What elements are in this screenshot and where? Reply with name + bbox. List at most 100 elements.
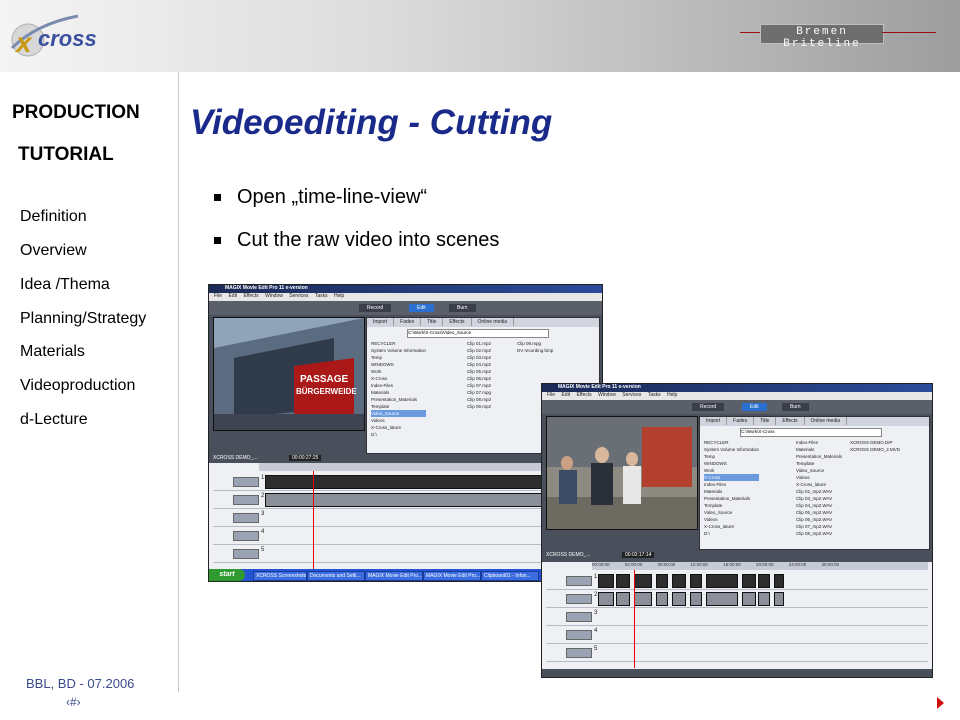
tree-item[interactable]: Videos	[371, 417, 426, 424]
menu-tasks[interactable]: Tasks	[648, 392, 661, 398]
sidebar-item-overview[interactable]: Overview	[20, 242, 87, 260]
track-controls[interactable]	[233, 513, 259, 523]
tree-item[interactable]: Temp	[704, 453, 759, 460]
track-controls[interactable]	[566, 630, 592, 640]
taskbar-item[interactable]: Documents and Setti...	[307, 571, 365, 581]
path-field[interactable]: C:\Work\X-Cross\Video_Source	[407, 329, 549, 338]
tree-item[interactable]: Work	[704, 467, 759, 474]
tree-item[interactable]: Index-Files	[704, 481, 759, 488]
video-clip[interactable]	[656, 574, 668, 588]
mode-edit-button[interactable]: Edit	[742, 403, 767, 411]
tree-item[interactable]: System Volume Information	[704, 446, 759, 453]
menu-edit[interactable]: Edit	[228, 293, 237, 299]
taskbar-item[interactable]: Clipboard01 - Infan...	[481, 571, 539, 581]
tab-online-media[interactable]: Online media	[805, 417, 848, 425]
tree-item[interactable]: RECYCLER	[704, 439, 759, 446]
project-selector[interactable]: XCROSS DEMO_...	[546, 552, 590, 558]
audio-clip[interactable]	[616, 592, 630, 606]
tab-online-media[interactable]: Online media	[472, 318, 515, 326]
video-clip[interactable]	[690, 574, 702, 588]
menu-help[interactable]: Help	[334, 293, 344, 299]
tab-effects[interactable]: Effects	[776, 417, 805, 425]
video-clip[interactable]	[598, 574, 614, 588]
start-button[interactable]: start	[209, 569, 245, 581]
file-item[interactable]: Clip 09.mp2	[467, 403, 491, 410]
tree-item[interactable]: Index-Files	[371, 382, 426, 389]
file-item[interactable]: X-Cross_lature	[796, 481, 842, 488]
audio-clip[interactable]	[742, 592, 756, 606]
tree-item[interactable]: X-Cross_lature	[704, 523, 759, 530]
file-item[interactable]: Video_Source	[796, 467, 842, 474]
video-clip[interactable]	[774, 574, 784, 588]
file-item[interactable]: Clip 08.mp2	[467, 396, 491, 403]
menu-window[interactable]: Window	[265, 293, 283, 299]
video-clip[interactable]	[616, 574, 630, 588]
menu-edit[interactable]: Edit	[561, 392, 570, 398]
file-item[interactable]: Clip 07_mp2.WAV	[796, 523, 842, 530]
file-item[interactable]: Clip 03.mp2	[467, 354, 491, 361]
audio-clip[interactable]	[598, 592, 614, 606]
file-item[interactable]: DV recording.bmp	[517, 347, 553, 354]
tree-item[interactable]: Video_Source	[704, 509, 759, 516]
track-5[interactable]: 5	[546, 644, 928, 662]
tree-item[interactable]: Work	[371, 368, 426, 375]
video-clip[interactable]	[758, 574, 770, 588]
playhead[interactable]	[634, 570, 635, 668]
taskbar-item[interactable]: MAGIX Movie Edit Pro...	[423, 571, 481, 581]
tree-item[interactable]: Template	[371, 403, 426, 410]
track-controls[interactable]	[233, 531, 259, 541]
tree-item[interactable]: Presentation_Materials	[704, 495, 759, 502]
playhead[interactable]	[313, 471, 314, 569]
sidebar-item-materials[interactable]: Materials	[20, 343, 85, 361]
menu-window[interactable]: Window	[598, 392, 616, 398]
file-item[interactable]: Clip 04.mp2	[467, 361, 491, 368]
file-item[interactable]: Clip 09.mpg	[517, 340, 553, 347]
file-item[interactable]: XCROSS DEMO.DIP	[850, 439, 900, 446]
file-item[interactable]: Clip 07.mpg	[467, 389, 491, 396]
tab-title[interactable]: Title	[421, 318, 444, 326]
video-clip[interactable]	[742, 574, 756, 588]
tree-item[interactable]: Template	[704, 502, 759, 509]
file-item[interactable]: Clip 01.mp2	[467, 340, 491, 347]
tree-item[interactable]: X-Cross_lature	[371, 424, 426, 431]
file-item[interactable]: Clip 02_mp2.WAV	[796, 488, 842, 495]
file-item[interactable]: Clip 03_mp2.WAV	[796, 495, 842, 502]
track-controls[interactable]	[233, 549, 259, 559]
tree-item[interactable]: RECYCLER	[371, 340, 426, 347]
tree-item-selected[interactable]: X-Cross	[704, 474, 760, 481]
tree-item[interactable]: WINDOWS	[371, 361, 426, 368]
menu-tasks[interactable]: Tasks	[315, 293, 328, 299]
mode-burn-button[interactable]: Burn	[782, 403, 809, 411]
file-item[interactable]: Videos	[796, 474, 842, 481]
tree-item[interactable]: X-Cross	[371, 375, 426, 382]
tree-item-selected[interactable]: Video_Source	[371, 410, 427, 417]
file-item[interactable]: Clip 05.mp2	[467, 368, 491, 375]
file-item[interactable]: Clip 07.mp2	[467, 382, 491, 389]
sidebar-item-definition[interactable]: Definition	[20, 208, 87, 226]
file-item[interactable]: XCROSS DEMO_2.MVD	[850, 446, 900, 453]
file-item[interactable]: Clip 04_mp2.WAV	[796, 502, 842, 509]
track-controls[interactable]	[566, 648, 592, 658]
video-clip[interactable]	[706, 574, 738, 588]
video-clip[interactable]	[672, 574, 686, 588]
audio-clip[interactable]	[634, 592, 652, 606]
taskbar-item[interactable]: MAGIX Movie Edit Pro...	[365, 571, 423, 581]
menu-services[interactable]: Services	[622, 392, 641, 398]
audio-clip[interactable]	[690, 592, 702, 606]
track-controls[interactable]	[233, 477, 259, 487]
file-item[interactable]: Clip 06_mp2.WAV	[796, 516, 842, 523]
next-slide-arrow-icon[interactable]	[937, 697, 944, 709]
audio-clip[interactable]	[706, 592, 738, 606]
mode-record-button[interactable]: Record	[359, 304, 392, 312]
tree-item[interactable]: Materials	[704, 488, 759, 495]
audio-clip[interactable]	[672, 592, 686, 606]
sidebar-item-videoproduction[interactable]: Videoproduction	[20, 377, 135, 395]
video-clip[interactable]	[265, 475, 547, 489]
audio-clip[interactable]	[265, 493, 547, 507]
sidebar-item-d-lecture[interactable]: d-Lecture	[20, 411, 88, 429]
track-3[interactable]: 3	[546, 608, 928, 626]
tab-fades[interactable]: Fades	[394, 318, 422, 326]
mode-burn-button[interactable]: Burn	[449, 304, 476, 312]
tree-item[interactable]: D:\	[704, 530, 759, 537]
sidebar-item-idea-thema[interactable]: Idea /Thema	[20, 276, 110, 294]
